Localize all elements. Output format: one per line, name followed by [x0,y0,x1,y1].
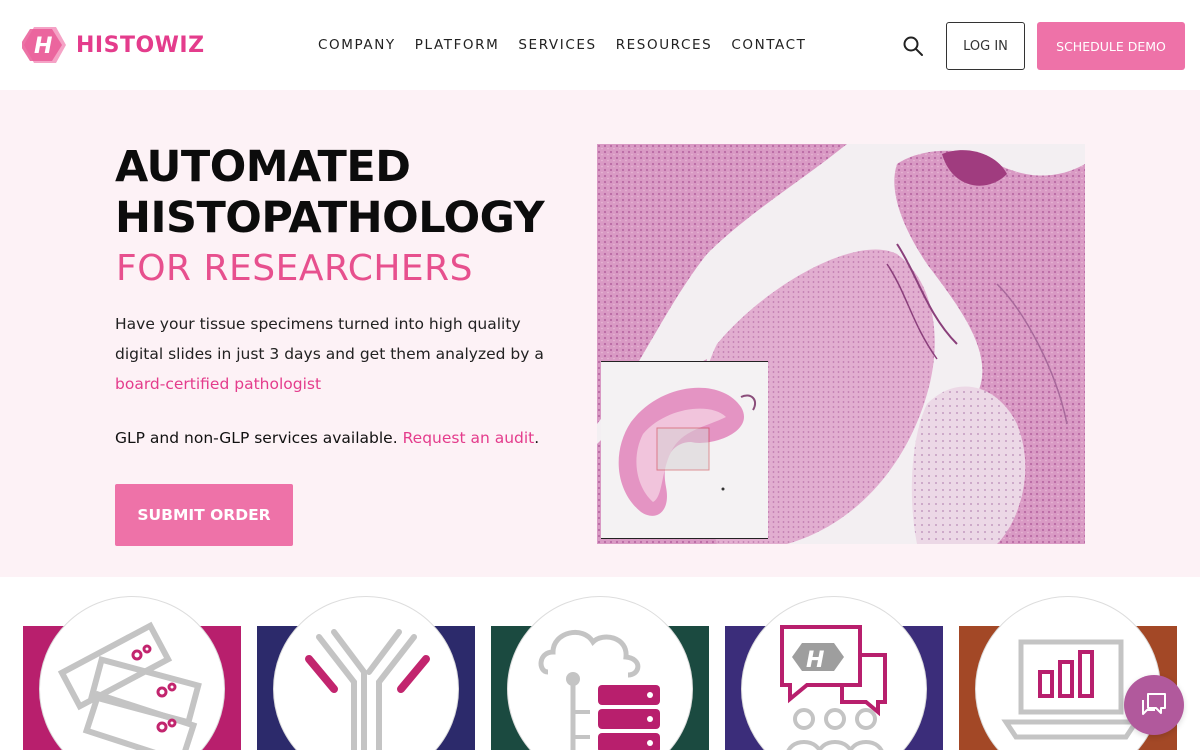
hero-title-line1: AUTOMATED [115,142,411,192]
pathologist-link[interactable]: board-certified pathologist [115,375,321,393]
card-antibody[interactable] [257,596,475,750]
glp-label: GLP and non-GLP services available. [115,429,398,447]
main-nav: COMPANY PLATFORM SERVICES RESOURCES CONT… [318,37,826,53]
svg-text:H: H [806,648,824,673]
hero-title-line2: HISTOPATHOLOGY [115,193,545,243]
cloud-database-icon [538,630,660,750]
nav-services[interactable]: SERVICES [518,37,596,53]
submit-order-button[interactable]: SUBMIT ORDER [115,484,293,546]
card-consultation[interactable]: H [725,596,943,750]
slide-overview-inset [601,361,768,539]
schedule-demo-button[interactable]: SCHEDULE DEMO [1037,22,1185,70]
brand-name: HISTOWIZ [76,32,205,58]
hero-section: AUTOMATED HISTOPATHOLOGY FOR RESEARCHERS… [0,90,1200,577]
glp-period: . [534,429,540,447]
chat-button[interactable] [1124,675,1184,735]
glp-text: GLP and non-GLP services available. Requ… [115,429,539,447]
service-cards: H [0,577,1200,750]
search-icon[interactable] [902,35,924,57]
login-button[interactable]: LOG IN [946,22,1025,70]
consultation-icon: H [780,625,887,750]
card-circle: H [741,596,927,750]
kidney-thumbnail [618,387,757,516]
hero-title: AUTOMATED HISTOPATHOLOGY [115,142,545,244]
site-header: H HISTOWIZ COMPANY PLATFORM SERVICES RES… [0,0,1200,90]
hero-description-text: Have your tissue specimens turned into h… [115,315,544,363]
nav-resources[interactable]: RESOURCES [616,37,713,53]
svg-text:H: H [34,34,52,59]
logo[interactable]: H HISTOWIZ [22,25,205,65]
histowiz-logo-icon: H [22,27,66,63]
chat-icon [1142,693,1166,715]
card-circle [39,596,225,750]
nav-company[interactable]: COMPANY [318,37,396,53]
card-cloud-database[interactable] [491,596,709,750]
hero-description: Have your tissue specimens turned into h… [115,309,565,399]
nav-contact[interactable]: CONTACT [731,37,806,53]
request-audit-link[interactable]: Request an audit [403,429,535,447]
antibody-icon [305,629,430,750]
slides-icon [57,621,202,750]
card-slides[interactable] [23,596,241,750]
nav-platform[interactable]: PLATFORM [415,37,500,53]
card-circle [507,596,693,750]
hero-subtitle: FOR RESEARCHERS [116,248,474,289]
card-circle [273,596,459,750]
